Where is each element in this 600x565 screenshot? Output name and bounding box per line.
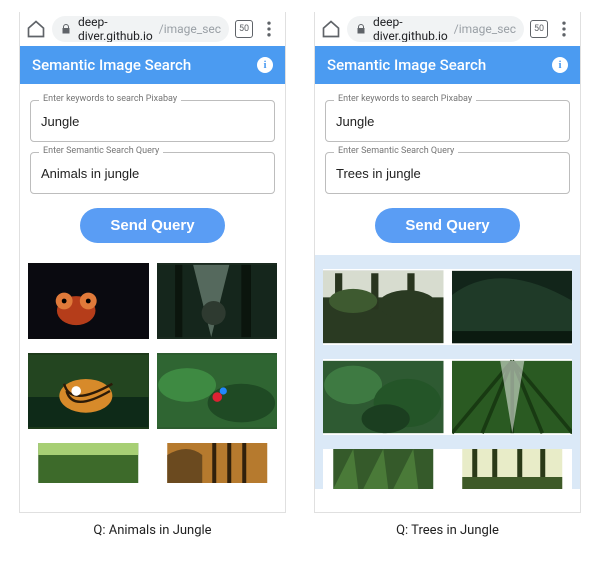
keywords-input[interactable]	[326, 101, 569, 141]
url-bar[interactable]: deep-diver.github.io/image_sec	[52, 16, 229, 42]
url-bar[interactable]: deep-diver.github.io/image_sec	[347, 16, 524, 42]
result-image[interactable]	[323, 449, 444, 489]
browser-chrome-bar: deep-diver.github.io/image_sec 50	[315, 12, 580, 46]
keywords-input[interactable]	[31, 101, 274, 141]
app-title: Semantic Image Search	[327, 56, 486, 74]
keywords-label: Enter keywords to search Pixabay	[334, 94, 476, 104]
tab-count[interactable]: 50	[235, 20, 253, 38]
result-image[interactable]	[452, 359, 573, 435]
result-image[interactable]	[157, 353, 278, 429]
result-image[interactable]	[452, 449, 573, 489]
phone-right: deep-diver.github.io/image_sec 50 Semant…	[314, 12, 581, 513]
semantic-label: Enter Semantic Search Query	[334, 146, 458, 156]
keywords-label: Enter keywords to search Pixabay	[39, 94, 181, 104]
result-image[interactable]	[28, 353, 149, 429]
home-icon[interactable]	[26, 19, 46, 39]
send-query-button[interactable]: Send Query	[80, 208, 224, 243]
result-image[interactable]	[157, 263, 278, 339]
browser-chrome-bar: deep-diver.github.io/image_sec 50	[20, 12, 285, 46]
result-image[interactable]	[323, 269, 444, 345]
results-grid	[20, 255, 285, 483]
result-image[interactable]	[157, 443, 278, 483]
phone-left: deep-diver.github.io/image_sec 50 Semant…	[19, 12, 286, 513]
keywords-field[interactable]: Enter keywords to search Pixabay	[30, 100, 275, 142]
semantic-input[interactable]	[31, 153, 274, 193]
url-path: /image_sec	[454, 22, 516, 36]
semantic-field[interactable]: Enter Semantic Search Query	[30, 152, 275, 194]
info-icon[interactable]: i	[257, 57, 273, 73]
app-bar: Semantic Image Search i	[20, 46, 285, 84]
app-title: Semantic Image Search	[32, 56, 191, 74]
url-host: deep-diver.github.io	[78, 16, 153, 42]
result-image[interactable]	[28, 263, 149, 339]
results-grid	[315, 255, 580, 489]
result-image[interactable]	[452, 269, 573, 345]
url-host: deep-diver.github.io	[373, 16, 448, 42]
keywords-field[interactable]: Enter keywords to search Pixabay	[325, 100, 570, 142]
lock-icon	[355, 23, 367, 35]
semantic-input[interactable]	[326, 153, 569, 193]
caption-right: Q: Trees in Jungle	[396, 523, 499, 538]
send-query-button[interactable]: Send Query	[375, 208, 519, 243]
url-path: /image_sec	[159, 22, 221, 36]
app-bar: Semantic Image Search i	[315, 46, 580, 84]
result-image[interactable]	[323, 359, 444, 435]
home-icon[interactable]	[321, 19, 341, 39]
more-vert-icon[interactable]	[554, 19, 574, 39]
semantic-label: Enter Semantic Search Query	[39, 146, 163, 156]
lock-icon	[60, 23, 72, 35]
more-vert-icon[interactable]	[259, 19, 279, 39]
result-image[interactable]	[28, 443, 149, 483]
tab-count[interactable]: 50	[530, 20, 548, 38]
caption-left: Q: Animals in Jungle	[93, 523, 211, 538]
info-icon[interactable]: i	[552, 57, 568, 73]
semantic-field[interactable]: Enter Semantic Search Query	[325, 152, 570, 194]
